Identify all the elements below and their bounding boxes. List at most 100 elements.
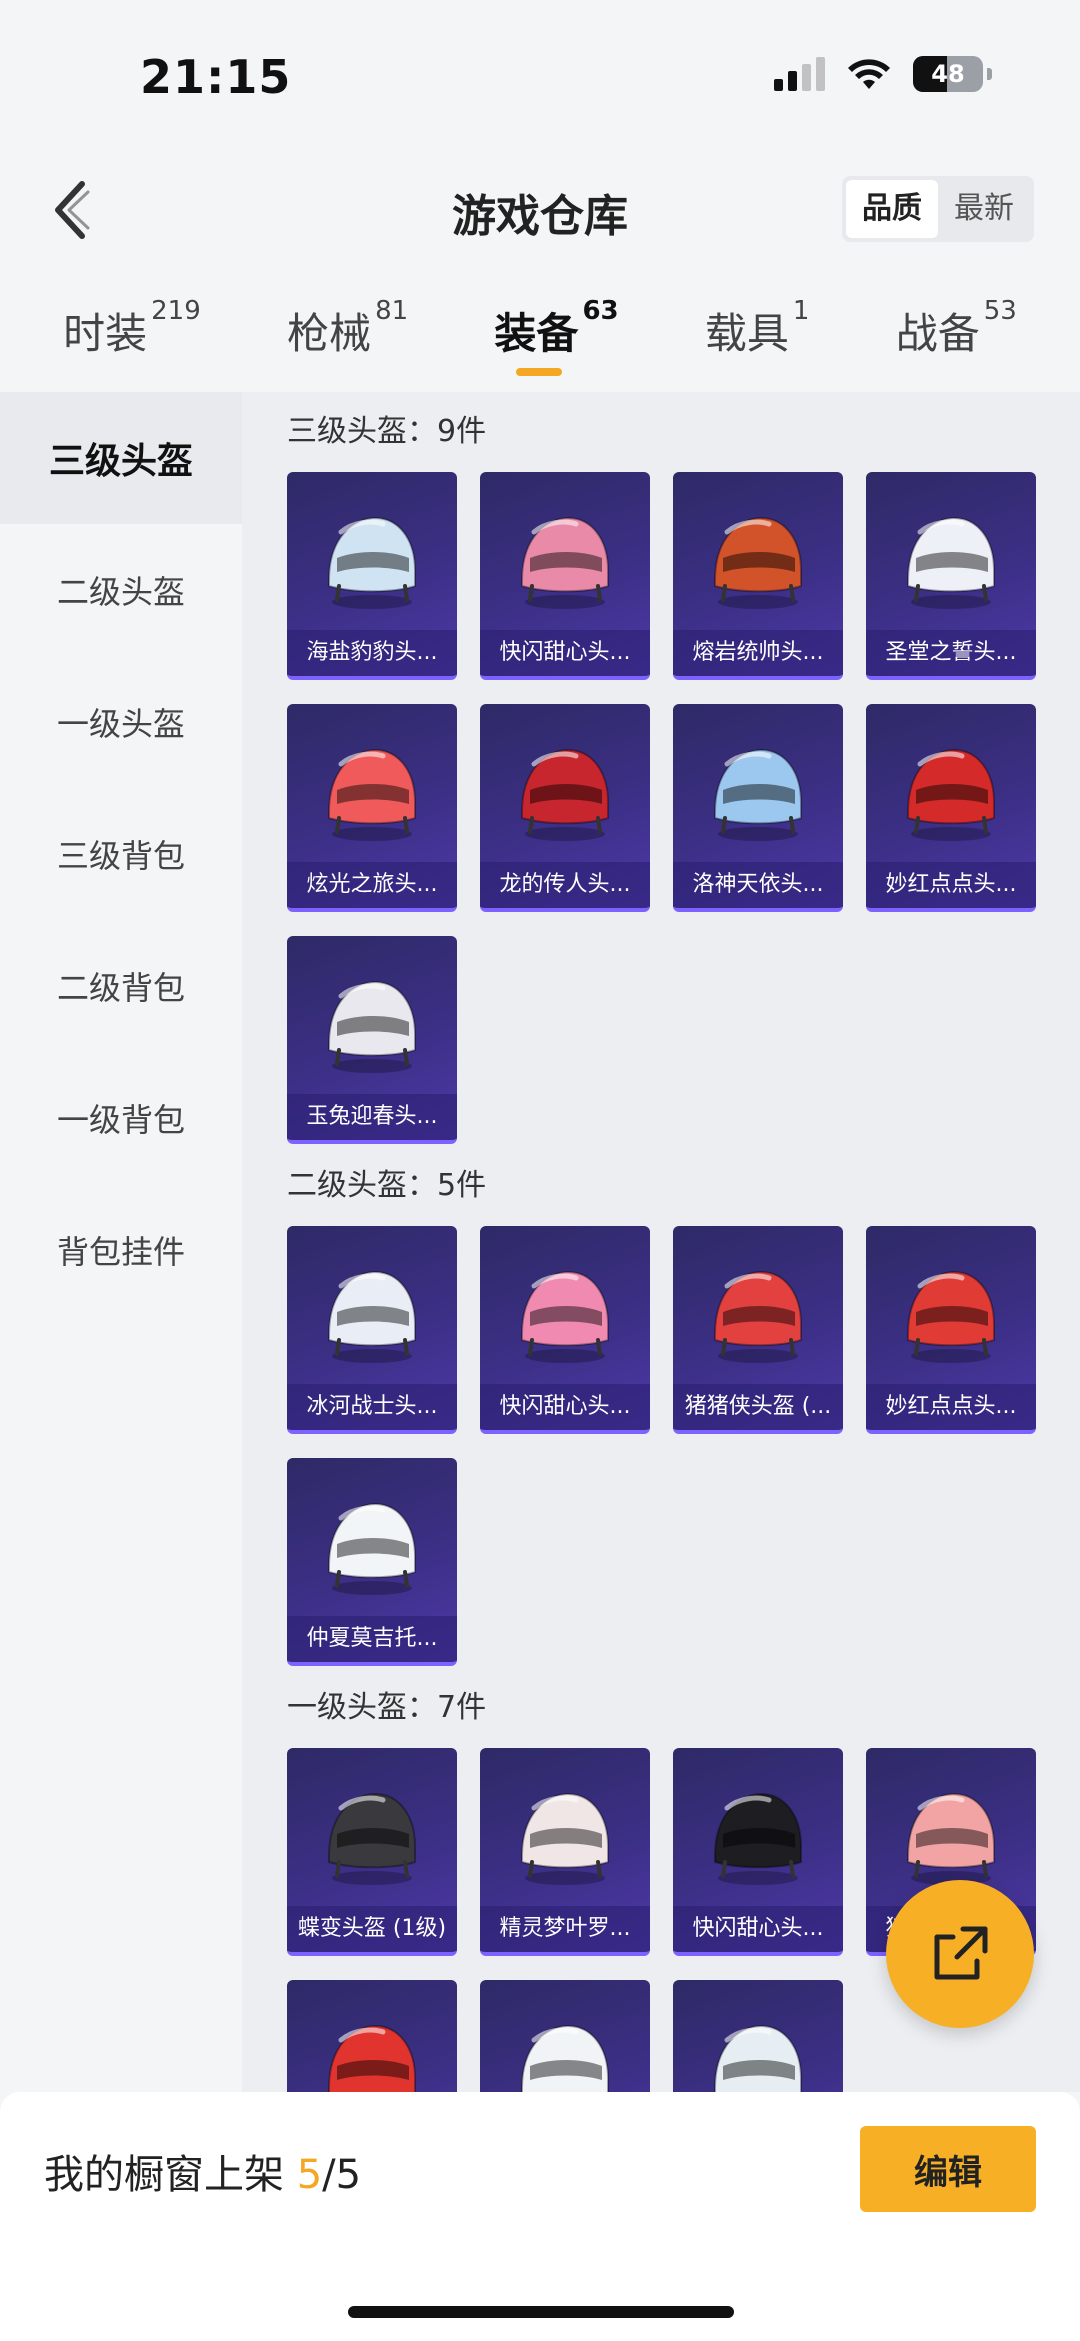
helmet-image <box>673 2004 843 2092</box>
helmet-image <box>673 1250 843 1380</box>
helmet-image <box>866 1250 1036 1380</box>
item-grid: 海盐豹豹头... 快闪甜心头... 熔岩统帅头... 圣堂之誓头... 炫光之旅头...… <box>287 472 1080 1144</box>
item-name: 快闪甜心头... <box>480 1384 650 1430</box>
sort-toggle: 品质 最新 <box>842 176 1034 242</box>
item-name: 玉兔迎春头... <box>287 1094 457 1140</box>
sort-quality-button[interactable]: 品质 <box>846 180 938 238</box>
helmet-image <box>480 1772 650 1902</box>
helmet-image <box>480 728 650 858</box>
tab-supplies[interactable]: 战备 53 <box>896 280 1017 390</box>
item-name: 炫光之旅头... <box>287 862 457 908</box>
helmet-image <box>866 728 1036 858</box>
item-name: 龙的传人头... <box>480 862 650 908</box>
tab-vehicles[interactable]: 载具 1 <box>705 280 810 390</box>
section-title: 二级头盔：5件 <box>287 1168 487 1203</box>
showcase-total: /5 <box>322 2152 362 2198</box>
tab-label: 装备 <box>494 309 579 358</box>
helmet-image <box>480 496 650 626</box>
sidebar-item-level3-helmet[interactable]: 三级头盔 <box>0 392 242 524</box>
sidebar-item-level3-backpack[interactable]: 三级背包 <box>0 788 242 920</box>
helmet-image <box>287 1772 457 1902</box>
item-card[interactable]: 快闪甜心头... <box>480 472 650 680</box>
helmet-image <box>480 2004 650 2092</box>
tab-label: 载具 <box>704 309 789 358</box>
battery-icon: 48 <box>913 56 983 92</box>
helmet-image <box>287 728 457 858</box>
item-name: 快闪甜心头... <box>673 1906 843 1952</box>
edit-button[interactable]: 编辑 <box>860 2126 1036 2212</box>
item-card[interactable]: 仲夏莫吉托... <box>287 1458 457 1666</box>
tab-firearms[interactable]: 枪械 81 <box>287 280 408 390</box>
item-name: 蝶变头盔 (1级) <box>287 1906 457 1952</box>
helmet-image <box>673 496 843 626</box>
item-card[interactable] <box>673 1980 843 2092</box>
helmet-image <box>673 1772 843 1902</box>
item-name: 快闪甜心头... <box>480 630 650 676</box>
showcase-status: 我的橱窗上架 5/5 <box>44 2142 361 2200</box>
sidebar-item-level1-backpack[interactable]: 一级背包 <box>0 1052 242 1184</box>
item-card[interactable]: 冰河战士头... <box>287 1226 457 1434</box>
item-card[interactable]: 熔岩统帅头... <box>673 472 843 680</box>
status-bar: 21:15 48 <box>0 0 1080 150</box>
tab-count: 81 <box>375 296 409 326</box>
item-card[interactable]: 海盐豹豹头... <box>287 472 457 680</box>
item-name: 圣堂之誓头... <box>866 630 1036 676</box>
helmet-image <box>287 1250 457 1380</box>
section-title: 三级头盔：9件 <box>287 414 487 449</box>
sort-newest-button[interactable]: 最新 <box>938 180 1030 238</box>
helmet-image <box>866 496 1036 626</box>
item-name: 熔岩统帅头... <box>673 630 843 676</box>
tab-equipment[interactable]: 装备 63 <box>494 280 619 390</box>
item-name: 精灵梦叶罗... <box>480 1906 650 1952</box>
item-card[interactable]: 快闪甜心头... <box>673 1748 843 1956</box>
showcase-current: 5 <box>296 2152 323 2198</box>
header: 游戏仓库 品质 最新 <box>0 150 1080 270</box>
item-grid: 冰河战士头... 快闪甜心头... 猪猪侠头盔 (... 妙红点点头... 仲夏莫吉托.… <box>287 1226 1080 1666</box>
item-list[interactable]: 三级头盔：9件 海盐豹豹头... 快闪甜心头... 熔岩统帅头... 圣堂之誓头...… <box>242 392 1080 2092</box>
item-card[interactable] <box>480 1980 650 2092</box>
sidebar-item-level2-backpack[interactable]: 二级背包 <box>0 920 242 1052</box>
item-card[interactable]: 龙的传人头... <box>480 704 650 912</box>
sidebar-item-level1-helmet[interactable]: 一级头盔 <box>0 656 242 788</box>
tab-fashion[interactable]: 时装 219 <box>63 280 201 390</box>
helmet-image <box>287 496 457 626</box>
tab-label: 时装 <box>63 309 148 358</box>
bottom-bar: 我的橱窗上架 5/5 编辑 <box>0 2092 1080 2341</box>
sidebar-item-level2-helmet[interactable]: 二级头盔 <box>0 524 242 656</box>
share-icon <box>934 1926 988 1980</box>
battery-tip <box>987 68 992 80</box>
item-card[interactable]: 精灵梦叶罗... <box>480 1748 650 1956</box>
wifi-icon <box>848 59 890 89</box>
tab-count: 1 <box>792 296 810 326</box>
helmet-image <box>673 728 843 858</box>
tab-count: 63 <box>582 296 619 326</box>
item-card[interactable]: 快闪甜心头... <box>480 1226 650 1434</box>
item-card[interactable]: 猪猪侠头盔 (... <box>673 1226 843 1434</box>
tab-count: 219 <box>151 296 201 326</box>
home-indicator[interactable] <box>348 2306 734 2318</box>
helmet-image <box>287 1482 457 1612</box>
item-card[interactable]: 洛神天依头... <box>673 704 843 912</box>
tab-label: 战备 <box>895 309 980 358</box>
item-card[interactable]: 蝶变头盔 (1级) <box>287 1748 457 1956</box>
sidebar: 三级头盔 二级头盔 一级头盔 三级背包 二级背包 一级背包 背包挂件 <box>0 392 242 2092</box>
tab-label: 枪械 <box>287 309 372 358</box>
tab-count: 53 <box>983 296 1017 326</box>
item-card[interactable]: 妙红点点头... <box>866 704 1036 912</box>
battery-level: 48 <box>931 60 965 88</box>
cellular-signal-icon <box>774 57 825 91</box>
status-icons: 48 <box>774 56 992 92</box>
category-tabs: 时装 219 枪械 81 装备 63 载具 1 战备 53 <box>0 280 1080 390</box>
item-card[interactable]: 妙红点点头... <box>866 1226 1036 1434</box>
item-card[interactable] <box>287 1980 457 2092</box>
sidebar-item-backpack-charm[interactable]: 背包挂件 <box>0 1184 242 1316</box>
status-time: 21:15 <box>140 50 292 104</box>
helmet-image <box>287 960 457 1090</box>
item-name: 妙红点点头... <box>866 1384 1036 1430</box>
item-card[interactable]: 玉兔迎春头... <box>287 936 457 1144</box>
share-button[interactable] <box>886 1880 1034 2028</box>
showcase-label: 我的橱窗上架 <box>44 2152 284 2198</box>
item-card[interactable]: 炫光之旅头... <box>287 704 457 912</box>
helmet-image <box>480 1250 650 1380</box>
item-card[interactable]: 圣堂之誓头... <box>866 472 1036 680</box>
